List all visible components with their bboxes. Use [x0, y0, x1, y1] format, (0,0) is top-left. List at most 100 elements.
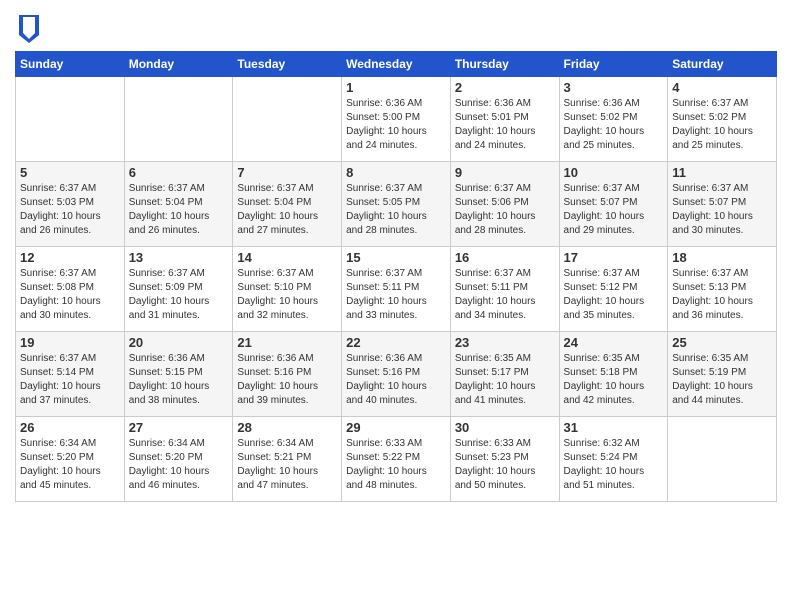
calendar-cell: 21Sunrise: 6:36 AM Sunset: 5:16 PM Dayli…: [233, 332, 342, 417]
cell-date: 21: [237, 335, 337, 350]
weekday-header-saturday: Saturday: [668, 52, 777, 77]
calendar-row-4: 26 Sunrise: 6:34 AM Sunset: 5:20 PM Dayli…: [16, 417, 777, 502]
calendar-cell: 29Sunrise: 6:33 AM Sunset: 5:22 PM Dayli…: [342, 417, 451, 502]
cell-date: 25: [672, 335, 772, 350]
cell-date: 3: [564, 80, 664, 95]
calendar-cell: 13 Sunrise: 6:37 AM Sunset: 5:09 PM Dayli…: [124, 247, 233, 332]
cell-date: 13: [129, 250, 229, 265]
calendar-cell: 17 Sunrise: 6:37 AM Sunset: 5:12 PM Dayli…: [559, 247, 668, 332]
cell-info: Sunrise: 6:37 AM Sunset: 5:08 PM Dayligh…: [20, 267, 120, 323]
cell-date: 4: [672, 80, 772, 95]
cell-info: Sunrise: 6:37 AM Sunset: 5:03 PM Dayligh…: [20, 182, 120, 238]
calendar-cell: [16, 77, 125, 162]
cell-date: 14: [237, 250, 337, 265]
cell-info: Sunrise: 6:32 AM Sunset: 5:24 PM Dayligh…: [564, 437, 664, 493]
cell-info: Sunrise: 6:35 AM Sunset: 5:17 PM Dayligh…: [455, 352, 555, 408]
calendar-cell: 3 Sunrise: 6:36 AM Sunset: 5:02 PM Daylig…: [559, 77, 668, 162]
calendar-cell: [124, 77, 233, 162]
cell-date: 26: [20, 420, 120, 435]
cell-date: 22: [346, 335, 446, 350]
cell-info: Sunrise: 6:37 AM Sunset: 5:11 PM Dayligh…: [455, 267, 555, 323]
weekday-header-thursday: Thursday: [450, 52, 559, 77]
cell-info: Sunrise: 6:35 AM Sunset: 5:19 PM Dayligh…: [672, 352, 772, 408]
calendar-cell: 1 Sunrise: 6:36 AM Sunset: 5:00 PM Daylig…: [342, 77, 451, 162]
cell-info: Sunrise: 6:37 AM Sunset: 5:07 PM Dayligh…: [564, 182, 664, 238]
calendar-cell: 31Sunrise: 6:32 AM Sunset: 5:24 PM Dayli…: [559, 417, 668, 502]
weekday-header-friday: Friday: [559, 52, 668, 77]
calendar-cell: 22 Sunrise: 6:36 AM Sunset: 5:16 PM Dayli…: [342, 332, 451, 417]
cell-date: 10: [564, 165, 664, 180]
logo-icon: [19, 15, 39, 43]
cell-info: Sunrise: 6:37 AM Sunset: 5:13 PM Dayligh…: [672, 267, 772, 323]
cell-date: 17: [564, 250, 664, 265]
cell-info: Sunrise: 6:34 AM Sunset: 5:20 PM Dayligh…: [20, 437, 120, 493]
cell-date: 11: [672, 165, 772, 180]
cell-info: Sunrise: 6:37 AM Sunset: 5:02 PM Dayligh…: [672, 97, 772, 153]
calendar-cell: 10 Sunrise: 6:37 AM Sunset: 5:07 PM Dayli…: [559, 162, 668, 247]
cell-info: Sunrise: 6:37 AM Sunset: 5:10 PM Dayligh…: [237, 267, 337, 323]
calendar-cell: 19 Sunrise: 6:37 AM Sunset: 5:14 PM Dayli…: [16, 332, 125, 417]
calendar-cell: [233, 77, 342, 162]
cell-date: 27: [129, 420, 229, 435]
calendar-row-1: 5Sunrise: 6:37 AM Sunset: 5:03 PM Daylig…: [16, 162, 777, 247]
cell-date: 23: [455, 335, 555, 350]
calendar-cell: 26 Sunrise: 6:34 AM Sunset: 5:20 PM Dayli…: [16, 417, 125, 502]
calendar-cell: 27 Sunrise: 6:34 AM Sunset: 5:20 PM Dayli…: [124, 417, 233, 502]
header: [15, 10, 777, 43]
cell-info: Sunrise: 6:36 AM Sunset: 5:15 PM Dayligh…: [129, 352, 229, 408]
calendar-table: SundayMondayTuesdayWednesdayThursdayFrid…: [15, 51, 777, 502]
cell-info: Sunrise: 6:34 AM Sunset: 5:20 PM Dayligh…: [129, 437, 229, 493]
calendar-cell: 8 Sunrise: 6:37 AM Sunset: 5:05 PM Daylig…: [342, 162, 451, 247]
cell-info: Sunrise: 6:37 AM Sunset: 5:05 PM Dayligh…: [346, 182, 446, 238]
cell-info: Sunrise: 6:37 AM Sunset: 5:09 PM Dayligh…: [129, 267, 229, 323]
calendar-cell: 7Sunrise: 6:37 AM Sunset: 5:04 PM Daylig…: [233, 162, 342, 247]
calendar-cell: 2 Sunrise: 6:36 AM Sunset: 5:01 PM Daylig…: [450, 77, 559, 162]
calendar-header-row: SundayMondayTuesdayWednesdayThursdayFrid…: [16, 52, 777, 77]
cell-info: Sunrise: 6:36 AM Sunset: 5:01 PM Dayligh…: [455, 97, 555, 153]
cell-date: 1: [346, 80, 446, 95]
cell-info: Sunrise: 6:37 AM Sunset: 5:14 PM Dayligh…: [20, 352, 120, 408]
calendar-cell: 4 Sunrise: 6:37 AM Sunset: 5:02 PM Daylig…: [668, 77, 777, 162]
cell-date: 28: [237, 420, 337, 435]
weekday-header-wednesday: Wednesday: [342, 52, 451, 77]
cell-date: 12: [20, 250, 120, 265]
cell-info: Sunrise: 6:37 AM Sunset: 5:06 PM Dayligh…: [455, 182, 555, 238]
cell-info: Sunrise: 6:35 AM Sunset: 5:18 PM Dayligh…: [564, 352, 664, 408]
cell-date: 20: [129, 335, 229, 350]
cell-info: Sunrise: 6:37 AM Sunset: 5:04 PM Dayligh…: [237, 182, 337, 238]
calendar-cell: 9 Sunrise: 6:37 AM Sunset: 5:06 PM Daylig…: [450, 162, 559, 247]
weekday-header-tuesday: Tuesday: [233, 52, 342, 77]
calendar-cell: 5Sunrise: 6:37 AM Sunset: 5:03 PM Daylig…: [16, 162, 125, 247]
cell-info: Sunrise: 6:36 AM Sunset: 5:16 PM Dayligh…: [346, 352, 446, 408]
calendar-cell: 20 Sunrise: 6:36 AM Sunset: 5:15 PM Dayli…: [124, 332, 233, 417]
cell-date: 24: [564, 335, 664, 350]
calendar-row-0: 1 Sunrise: 6:36 AM Sunset: 5:00 PM Daylig…: [16, 77, 777, 162]
cell-info: Sunrise: 6:36 AM Sunset: 5:02 PM Dayligh…: [564, 97, 664, 153]
calendar-cell: 18 Sunrise: 6:37 AM Sunset: 5:13 PM Dayli…: [668, 247, 777, 332]
cell-info: Sunrise: 6:37 AM Sunset: 5:12 PM Dayligh…: [564, 267, 664, 323]
calendar-cell: 28Sunrise: 6:34 AM Sunset: 5:21 PM Dayli…: [233, 417, 342, 502]
cell-date: 2: [455, 80, 555, 95]
calendar-cell: [668, 417, 777, 502]
calendar-cell: 14 Sunrise: 6:37 AM Sunset: 5:10 PM Dayli…: [233, 247, 342, 332]
cell-date: 9: [455, 165, 555, 180]
calendar-cell: 25 Sunrise: 6:35 AM Sunset: 5:19 PM Dayli…: [668, 332, 777, 417]
cell-info: Sunrise: 6:37 AM Sunset: 5:11 PM Dayligh…: [346, 267, 446, 323]
cell-date: 8: [346, 165, 446, 180]
calendar-cell: 6Sunrise: 6:37 AM Sunset: 5:04 PM Daylig…: [124, 162, 233, 247]
logo: [15, 15, 39, 43]
calendar-row-2: 12 Sunrise: 6:37 AM Sunset: 5:08 PM Dayli…: [16, 247, 777, 332]
calendar-cell: 15Sunrise: 6:37 AM Sunset: 5:11 PM Dayli…: [342, 247, 451, 332]
weekday-header-monday: Monday: [124, 52, 233, 77]
calendar-cell: 11Sunrise: 6:37 AM Sunset: 5:07 PM Dayli…: [668, 162, 777, 247]
cell-date: 6: [129, 165, 229, 180]
calendar-cell: 24 Sunrise: 6:35 AM Sunset: 5:18 PM Dayli…: [559, 332, 668, 417]
cell-date: 19: [20, 335, 120, 350]
cell-date: 30: [455, 420, 555, 435]
cell-date: 29: [346, 420, 446, 435]
calendar-cell: 30Sunrise: 6:33 AM Sunset: 5:23 PM Dayli…: [450, 417, 559, 502]
cell-info: Sunrise: 6:36 AM Sunset: 5:00 PM Dayligh…: [346, 97, 446, 153]
calendar-cell: 16Sunrise: 6:37 AM Sunset: 5:11 PM Dayli…: [450, 247, 559, 332]
weekday-header-sunday: Sunday: [16, 52, 125, 77]
cell-date: 18: [672, 250, 772, 265]
